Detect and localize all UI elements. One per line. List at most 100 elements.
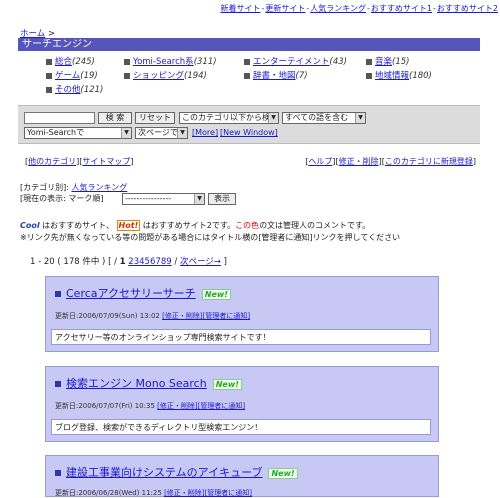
bullet-icon [55,381,61,387]
edit-delete-link[interactable]: [修正・削除] [162,312,202,320]
ranking-row: [カテゴリ別]: 人気ランキング [20,182,127,193]
chevron-down-icon: ▼ [121,128,131,138]
help-link[interactable]: ヘルプ [308,157,332,166]
cool-icon: Cool [20,221,40,230]
nav-recommended-1[interactable]: おすすめサイト1 [371,4,432,13]
new-badge-icon: New! [201,288,231,300]
subcategory-item: 音楽(15) [366,55,409,67]
notice-text-2: はおすすめサイト2です。 [142,221,236,230]
nav-separator: - [306,4,310,13]
bullet-icon [244,58,250,65]
reset-button[interactable]: リセット [135,112,175,124]
site-title-link[interactable]: Cercaアクセサリーサーチ [66,287,196,300]
category-links: [他のカテゴリ][サイトマップ] [25,157,134,166]
bullet-icon [244,72,250,79]
search-panel: 検 索 リセット このカテゴリ以下から検索 ▼ すべての語を含む ▼ Yomi-Se… [18,105,480,144]
pager-close: ] [223,257,227,267]
scope-select[interactable]: このカテゴリ以下から検索 ▼ [179,112,279,124]
subcategory-item: 地域情報(180) [366,69,432,81]
subcategory-link[interactable]: 音楽 [375,57,392,67]
subcategory-item: Yomi-Search系(311) [124,55,217,67]
subcategory-item: ショッピング(194) [124,69,207,81]
result-range: 1 - 20 ( 178 件中 ) [30,257,106,267]
engine-select[interactable]: Yomi-Searchで ▼ [24,127,132,139]
register-site-link[interactable]: このカテゴリに新規登録 [385,157,473,166]
chevron-down-icon: ▼ [355,113,365,123]
site-title-row: Cercaアクセサリーサーチ New! [55,285,231,301]
new-badge-icon: New! [212,378,242,390]
site-meta: 更新日:2006/06/28(Wed) 11:25 [修正・削除][管理者に通知… [55,488,252,498]
sitemap-link[interactable]: サイトマップ [82,157,130,166]
category-title: サーチエンジン [18,38,480,51]
notify-admin-link[interactable]: [管理者に通知] [205,489,252,497]
other-category-link[interactable]: 他のカテゴリ [28,157,76,166]
pagination: 1 - 20 ( 178 件中 ) [ / 1 23456789 / 次ページ→… [30,255,227,267]
site-title-link[interactable]: 建設工事業向けシステムのアイキューブ [66,466,262,479]
nav-recommended-2[interactable]: おすすめサイト2 [437,4,498,13]
current-page: 1 [119,257,126,267]
subcategory-count: (180) [409,71,432,81]
site-meta: 更新日:2006/07/07(Fri) 10:35 [修正・削除][管理者に通知… [55,401,245,411]
chevron-down-icon: ▼ [194,194,204,204]
subcategory-count: (7) [295,71,308,81]
nav-updated-sites[interactable]: 更新サイト [265,4,305,13]
next-page-link[interactable]: 次ページ→ [180,257,221,267]
subcategory-link[interactable]: エンターテイメント [253,57,330,67]
pager-slash: / [174,257,178,267]
subcategory-item: エンターテイメント(43) [244,55,347,67]
nav-new-sites[interactable]: 新着サイト [220,4,260,13]
nav-separator: - [261,4,265,13]
nav-separator: - [433,4,436,13]
search-input[interactable] [24,112,95,124]
nav-ranking[interactable]: 人気ランキング [310,4,366,13]
engine-select-value: Yomi-Searchで [27,128,85,137]
current-view-label: [現在の表示: マーク順] [20,194,104,203]
top-navigation: 新着サイト-更新サイト-人気ランキング-おすすめサイト1-おすすめサイト2 [220,3,498,14]
hot-icon: Hot! [116,220,141,231]
search-button[interactable]: 検 索 [98,112,132,124]
report-notice: ※リンク先が無くなっている等の問題がある場合にはタイトル横の[管理者に通知]リン… [20,232,400,243]
sort-select-value: ---------------- [125,194,172,203]
updated-date: 更新日:2006/07/07(Fri) 10:35 [55,402,155,410]
subcategory-link[interactable]: ゲーム [55,71,80,81]
subcategory-link[interactable]: Yomi-Search系 [133,57,194,67]
subcategory-link[interactable]: 地域情報 [375,71,409,81]
bullet-icon [46,72,52,79]
action-links: [ヘルプ][修正・削除][このカテゴリに新規登録] [305,157,476,166]
page-link[interactable]: 9 [166,257,171,267]
subcategory-link[interactable]: 総合 [55,57,72,67]
subcategory-link[interactable]: 辞書・地図 [253,71,296,81]
subcategory-item: ゲーム(19) [46,69,98,81]
more-link[interactable]: [More] [192,128,218,137]
notice-line-2a: ※リンク先が無くなっている等の問題がある場合にはタイトル横の [20,233,259,242]
bullet-icon [124,72,130,79]
notify-admin-link[interactable]: [管理者に通知] [203,312,250,320]
edit-delete-link[interactable]: 修正・削除 [339,157,379,166]
edit-delete-link[interactable]: [修正・削除] [157,402,197,410]
next-page-select[interactable]: 次ページで ▼ [135,127,188,139]
category-sort-label: [カテゴリ別]: [20,183,69,192]
view-row: [現在の表示: マーク順] [20,193,103,204]
sort-select[interactable]: ---------------- ▼ [122,193,205,205]
subcategory-link[interactable]: その他 [55,85,81,95]
site-card: Cercaアクセサリーサーチ New! 更新日:2006/07/09(Sun) 1… [45,276,439,352]
chevron-down-icon: ▼ [268,113,278,123]
subcategory-item: 辞書・地図(7) [244,69,308,81]
bullet-icon [46,86,52,93]
subcategory-item: その他(121) [46,83,103,95]
edit-delete-link[interactable]: [修正・削除] [164,489,204,497]
subcategory-count: (15) [392,57,410,67]
site-title-link[interactable]: 検索エンジン Mono Search [66,377,207,390]
site-card: 建設工事業向けシステムのアイキューブ New! 更新日:2006/06/28(We… [45,455,439,497]
new-window-link[interactable]: [New Window] [220,128,278,137]
subcategory-count: (311) [193,57,217,67]
ranking-link[interactable]: 人気ランキング [71,183,127,192]
comment-color-sample: この色 [235,221,260,230]
bullet-icon [55,291,61,297]
match-select[interactable]: すべての語を含む ▼ [282,112,366,124]
show-button[interactable]: 表示 [208,193,236,205]
site-card: 検索エンジン Mono Search New! 更新日:2006/07/07(Fr… [45,366,439,442]
notify-admin-link[interactable]: [管理者に通知] [198,402,245,410]
subcategory-link[interactable]: ショッピング [133,71,184,81]
subcategory-count: (19) [80,71,98,81]
